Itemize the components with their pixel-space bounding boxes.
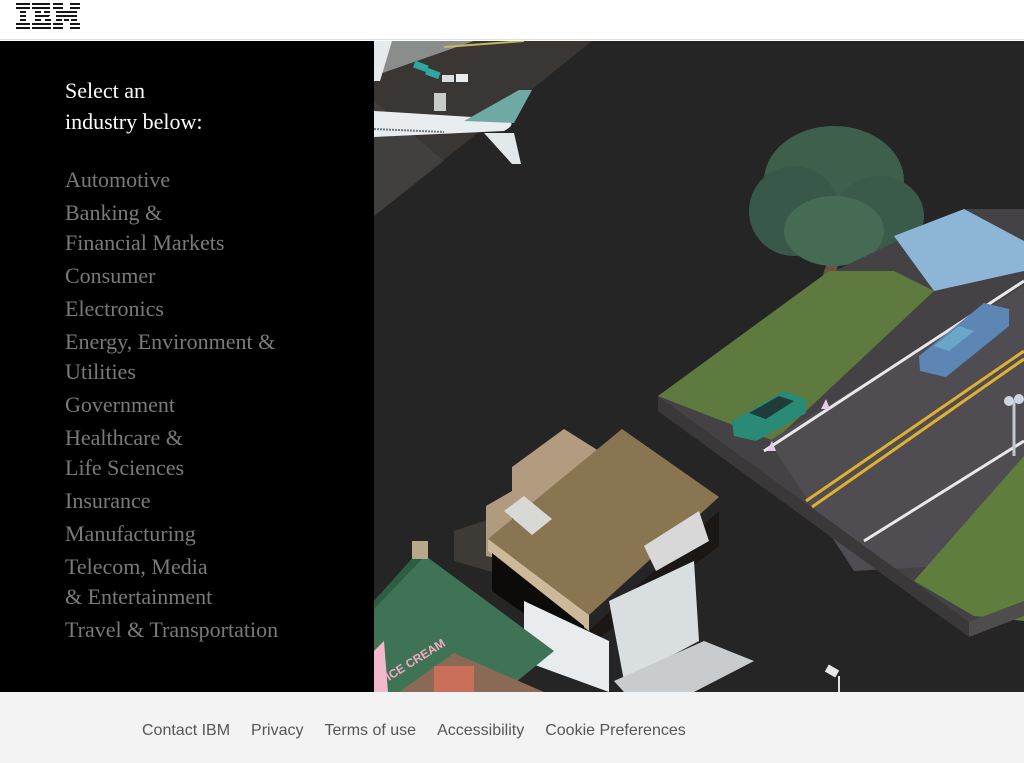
- industry-label: Banking &: [65, 200, 163, 225]
- industry-travel-transportation[interactable]: Travel & Transportation: [65, 615, 365, 645]
- prompt-line-2: industry below:: [65, 109, 203, 134]
- industry-label: Telecom, Media: [65, 554, 208, 579]
- ibm-logo[interactable]: [16, 3, 80, 29]
- industry-automotive[interactable]: Automotive: [65, 165, 365, 195]
- industry-telecom-media-entertainment[interactable]: Telecom, Media & Entertainment: [65, 552, 365, 612]
- industry-electronics[interactable]: Electronics: [65, 294, 365, 324]
- industry-banking-financial-markets[interactable]: Banking & Financial Markets: [65, 198, 365, 258]
- ibm-logo-icon: [16, 3, 80, 29]
- footer: Contact IBM Privacy Terms of use Accessi…: [0, 692, 1024, 763]
- footer-link-cookie-preferences[interactable]: Cookie Preferences: [545, 722, 686, 740]
- masthead: [0, 0, 1024, 40]
- industry-label: Consumer: [65, 263, 156, 288]
- industry-label-line-2: & Entertainment: [65, 584, 213, 609]
- footer-link-terms-of-use[interactable]: Terms of use: [324, 722, 416, 740]
- footer-link-contact-ibm[interactable]: Contact IBM: [142, 722, 230, 740]
- industry-list: Automotive Banking & Financial Markets C…: [65, 165, 365, 648]
- industry-label: Automotive: [65, 167, 171, 192]
- industry-label: Government: [65, 392, 175, 417]
- industry-label-line-2: Life Sciences: [65, 455, 185, 480]
- prompt-line-1: Select an: [65, 78, 146, 103]
- industry-label: Travel & Transportation: [65, 617, 279, 642]
- industry-government[interactable]: Government: [65, 390, 365, 420]
- industry-label: Manufacturing: [65, 521, 196, 546]
- industry-insurance[interactable]: Insurance: [65, 486, 365, 516]
- industry-label-line-2: Financial Markets: [65, 230, 225, 255]
- isometric-city-illustration[interactable]: ICE CREAM: [374, 41, 1024, 692]
- industry-prompt: Select an industry below:: [65, 75, 325, 137]
- industry-consumer[interactable]: Consumer: [65, 261, 365, 291]
- industry-label-line-2: Utilities: [65, 359, 136, 384]
- industry-manufacturing[interactable]: Manufacturing: [65, 519, 365, 549]
- industry-panel: Select an industry below: Automotive Ban…: [0, 41, 374, 692]
- industry-label: Healthcare &: [65, 425, 183, 450]
- industry-label: Electronics: [65, 296, 164, 321]
- industry-label: Energy, Environment &: [65, 329, 276, 354]
- city-scene-svg: ICE CREAM: [374, 41, 1024, 692]
- road-tile: [658, 209, 1024, 637]
- footer-link-privacy[interactable]: Privacy: [251, 722, 303, 740]
- industry-label: Insurance: [65, 488, 151, 513]
- footer-links: Contact IBM Privacy Terms of use Accessi…: [142, 722, 686, 740]
- industry-healthcare-life-sciences[interactable]: Healthcare & Life Sciences: [65, 423, 365, 483]
- industry-energy-environment-utilities[interactable]: Energy, Environment & Utilities: [65, 327, 365, 387]
- footer-link-accessibility[interactable]: Accessibility: [437, 722, 524, 740]
